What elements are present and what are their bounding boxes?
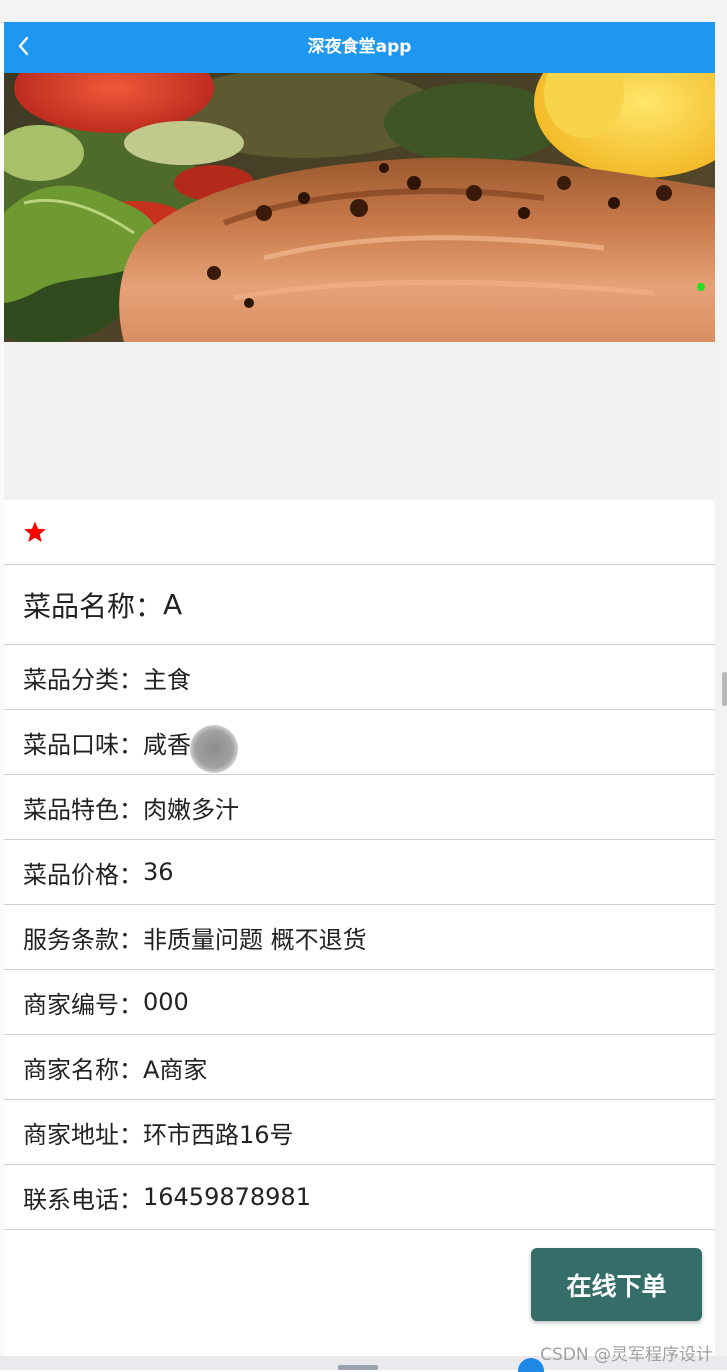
detail-value: 非质量问题 概不退货	[143, 925, 367, 954]
detail-row-phone: 联系电话： 16459878981	[4, 1165, 715, 1230]
watermark: CSDN @灵军程序设计	[540, 1345, 713, 1365]
detail-label: 菜品价格：	[23, 860, 143, 889]
dish-name-row: 菜品名称： A	[4, 565, 715, 645]
dish-image	[4, 73, 715, 342]
image-placeholder-area	[4, 342, 715, 500]
detail-value: 肉嫩多汁	[143, 795, 239, 824]
detail-row-feature: 菜品特色： 肉嫩多汁	[4, 775, 715, 840]
detail-row-taste: 菜品口味： 咸香	[4, 710, 715, 775]
detail-label: 商家地址：	[23, 1120, 143, 1149]
phone-screen: 深夜食堂app 菜品名称： A 菜品分类： 主食 菜品口味： 咸香 菜品特色： …	[4, 22, 715, 1362]
detail-label: 服务条款：	[23, 925, 143, 954]
navbar: 深夜食堂app	[4, 22, 715, 73]
detail-label: 菜品口味：	[23, 730, 143, 759]
detail-row-merchant-address: 商家地址： 环市西路16号	[4, 1100, 715, 1165]
detail-label: 菜品特色：	[23, 795, 143, 824]
detail-value: 36	[143, 858, 174, 886]
dish-name-value: A	[163, 588, 183, 621]
detail-row-merchant-id: 商家编号： 000	[4, 970, 715, 1035]
detail-value: 环市西路16号	[143, 1120, 294, 1149]
dish-detail-list: 菜品名称： A 菜品分类： 主食 菜品口味： 咸香 菜品特色： 肉嫩多汁 菜品价…	[4, 500, 715, 1230]
window-top-strip	[0, 0, 727, 23]
detail-row-price: 菜品价格： 36	[4, 840, 715, 905]
detail-row-terms: 服务条款： 非质量问题 概不退货	[4, 905, 715, 970]
touch-indicator	[190, 725, 238, 773]
dish-name-label: 菜品名称：	[23, 589, 164, 623]
detail-label: 商家编号：	[23, 990, 143, 1019]
detail-label: 商家名称：	[23, 1055, 143, 1084]
detail-value: 咸香	[143, 730, 191, 759]
scrollbar-handle[interactable]	[722, 672, 727, 706]
detail-value: 16459878981	[143, 1183, 311, 1211]
detail-value: A商家	[143, 1055, 208, 1084]
favorite-row	[4, 500, 715, 565]
detail-label: 联系电话：	[23, 1185, 143, 1214]
order-online-button[interactable]: 在线下单	[531, 1248, 702, 1321]
page-title: 深夜食堂app	[307, 37, 412, 57]
star-icon[interactable]	[23, 520, 47, 544]
detail-row-merchant-name: 商家名称： A商家	[4, 1035, 715, 1100]
home-indicator[interactable]	[338, 1365, 378, 1370]
detail-value: 主食	[143, 665, 191, 694]
detail-label: 菜品分类：	[23, 665, 143, 694]
screen-frame: 深夜食堂app 菜品名称： A 菜品分类： 主食 菜品口味： 咸香 菜品特色： …	[0, 0, 727, 1372]
detail-row-category: 菜品分类： 主食	[4, 645, 715, 710]
detail-value: 000	[143, 988, 189, 1016]
